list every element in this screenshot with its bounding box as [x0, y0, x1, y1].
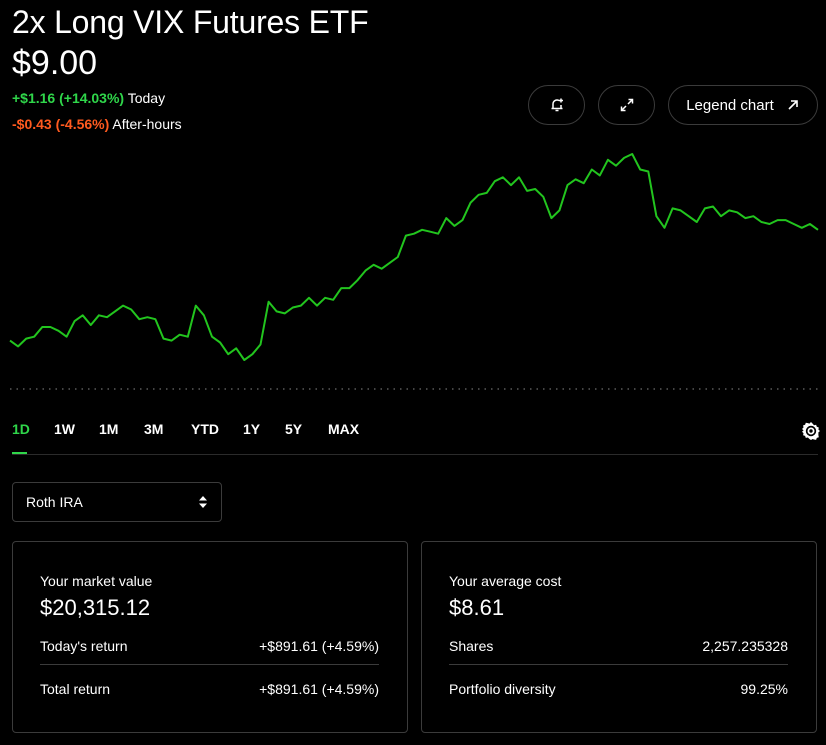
price-line — [9, 153, 819, 361]
time-range-tabs: 1D 1W 1M 3M YTD 1Y 5Y MAX — [0, 418, 826, 454]
bell-plus-icon — [551, 98, 563, 112]
chevron-up-down-icon — [199, 496, 207, 508]
expand-chart-button[interactable] — [598, 85, 655, 125]
tab-1w[interactable]: 1W — [54, 421, 75, 437]
average-cost-card: Your average cost $8.61 Shares 2,257.235… — [421, 541, 817, 733]
todays-return-value: +$891.61 (+4.59%) — [259, 638, 379, 654]
market-value-card: Your market value $20,315.12 Today's ret… — [12, 541, 408, 733]
market-value-label: Your market value — [40, 573, 153, 589]
todays-return-row: Today's return +$891.61 (+4.59%) — [40, 638, 379, 654]
shares-label: Shares — [449, 638, 494, 654]
expand-icon — [620, 98, 633, 112]
account-select[interactable]: Roth IRA — [12, 482, 222, 522]
today-change-label: Today — [127, 90, 166, 106]
shares-row: Shares 2,257.235328 — [449, 638, 788, 654]
shares-value: 2,257.235328 — [702, 638, 788, 654]
arrow-up-right-icon — [788, 100, 798, 110]
portfolio-diversity-label: Portfolio diversity — [449, 681, 556, 697]
price-chart[interactable] — [0, 140, 826, 400]
todays-return-label: Today's return — [40, 638, 128, 654]
row-divider — [40, 664, 379, 665]
tab-5y[interactable]: 5Y — [285, 421, 302, 437]
account-select-value: Roth IRA — [26, 494, 83, 510]
today-change-value: +$1.16 (+14.03%) — [12, 90, 125, 106]
tab-1d[interactable]: 1D — [12, 421, 30, 437]
tab-3m[interactable]: 3M — [144, 421, 163, 437]
price-alert-button[interactable] — [528, 85, 585, 125]
tab-ytd[interactable]: YTD — [191, 421, 219, 437]
tab-1y[interactable]: 1Y — [243, 421, 260, 437]
average-cost-value: $8.61 — [449, 595, 505, 620]
market-value: $20,315.12 — [40, 595, 151, 620]
stock-title: 2x Long VIX Futures ETF — [12, 4, 369, 40]
legend-chart-label: Legend chart — [686, 96, 774, 114]
after-hours-change-label: After-hours — [112, 116, 182, 132]
gear-icon[interactable] — [801, 421, 821, 441]
current-price: $9.00 — [12, 44, 98, 82]
portfolio-diversity-row: Portfolio diversity 99.25% — [449, 681, 788, 697]
portfolio-diversity-value: 99.25% — [740, 681, 788, 697]
legend-chart-button[interactable]: Legend chart — [668, 85, 818, 125]
tabs-divider — [12, 454, 818, 455]
tab-max[interactable]: MAX — [328, 421, 359, 437]
today-change: +$1.16 (+14.03%) Today — [12, 90, 165, 106]
total-return-value: +$891.61 (+4.59%) — [259, 681, 379, 697]
total-return-row: Total return +$891.61 (+4.59%) — [40, 681, 379, 697]
average-cost-label: Your average cost — [449, 573, 562, 589]
after-hours-change-value: -$0.43 (-4.56%) — [12, 116, 110, 132]
tab-1m[interactable]: 1M — [99, 421, 118, 437]
total-return-label: Total return — [40, 681, 111, 697]
after-hours-change: -$0.43 (-4.56%) After-hours — [12, 116, 182, 132]
row-divider — [449, 664, 788, 665]
